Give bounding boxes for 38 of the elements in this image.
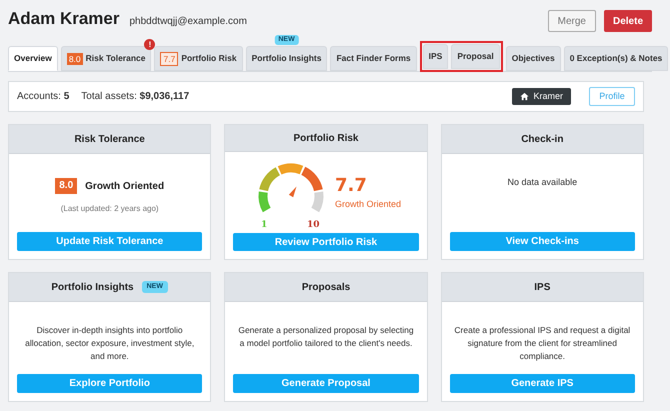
- tab[interactable]: 7.7 Portfolio Risk: [154, 46, 243, 71]
- card-title: IPS: [534, 280, 550, 294]
- card-title: Check-in: [521, 132, 564, 146]
- total-assets: Total assets: $9,036,117: [81, 90, 190, 104]
- accounts-count: Accounts: 5: [17, 90, 70, 104]
- gauge-min-label: 1: [260, 219, 268, 232]
- score-label: Growth Oriented: [85, 180, 164, 194]
- card-title: Risk Tolerance: [74, 132, 145, 146]
- card-title: Portfolio Insights: [51, 280, 134, 294]
- tab[interactable]: Overview: [8, 46, 58, 71]
- client-email: phbddtwqjj@example.com: [130, 15, 247, 30]
- risk-score: 7.7: [334, 176, 368, 196]
- empty-message: No data available: [508, 176, 578, 189]
- tab[interactable]: IPS: [422, 44, 448, 69]
- card-title: Proposals: [302, 280, 350, 294]
- tab[interactable]: Objectives: [506, 46, 561, 71]
- household-button[interactable]: Kramer: [512, 88, 571, 105]
- home-icon: [520, 92, 530, 101]
- score-badge: 7.7: [160, 52, 178, 66]
- client-name: Adam Kramer: [8, 8, 120, 30]
- tab[interactable]: Portfolio Insights: [246, 46, 328, 71]
- card-description: Discover in-depth insights into portfolio allocation, sector exposure, investment style, and more.: [24, 324, 196, 363]
- header-button[interactable]: Merge: [548, 10, 596, 32]
- gauge-drawing: [258, 164, 324, 212]
- tab[interactable]: 8.0 Risk Tolerance: [60, 46, 152, 71]
- header-button[interactable]: Delete: [604, 10, 652, 32]
- score-badge: 8.0: [66, 52, 83, 64]
- risk-label: Growth Oriented: [334, 198, 401, 212]
- card-description: Generate a personalized proposal by selecting a model portfolio tailored to the client's needs.: [237, 324, 415, 350]
- card-description: Create a professional IPS and request a digital signature from the client for streamlined compliance.: [453, 324, 632, 363]
- alert-badge: !: [144, 39, 156, 50]
- gauge-max-label: 10: [306, 219, 320, 232]
- tab[interactable]: Fact Finder Forms: [330, 46, 417, 71]
- tab[interactable]: 0 Exception(s) & Notes: [564, 46, 668, 71]
- last-updated-note: (Last updated: 2 years ago): [60, 203, 159, 215]
- tab[interactable]: Proposal: [451, 44, 500, 69]
- score-badge: 8.0: [55, 178, 78, 194]
- card-title: Portfolio Risk: [293, 132, 358, 146]
